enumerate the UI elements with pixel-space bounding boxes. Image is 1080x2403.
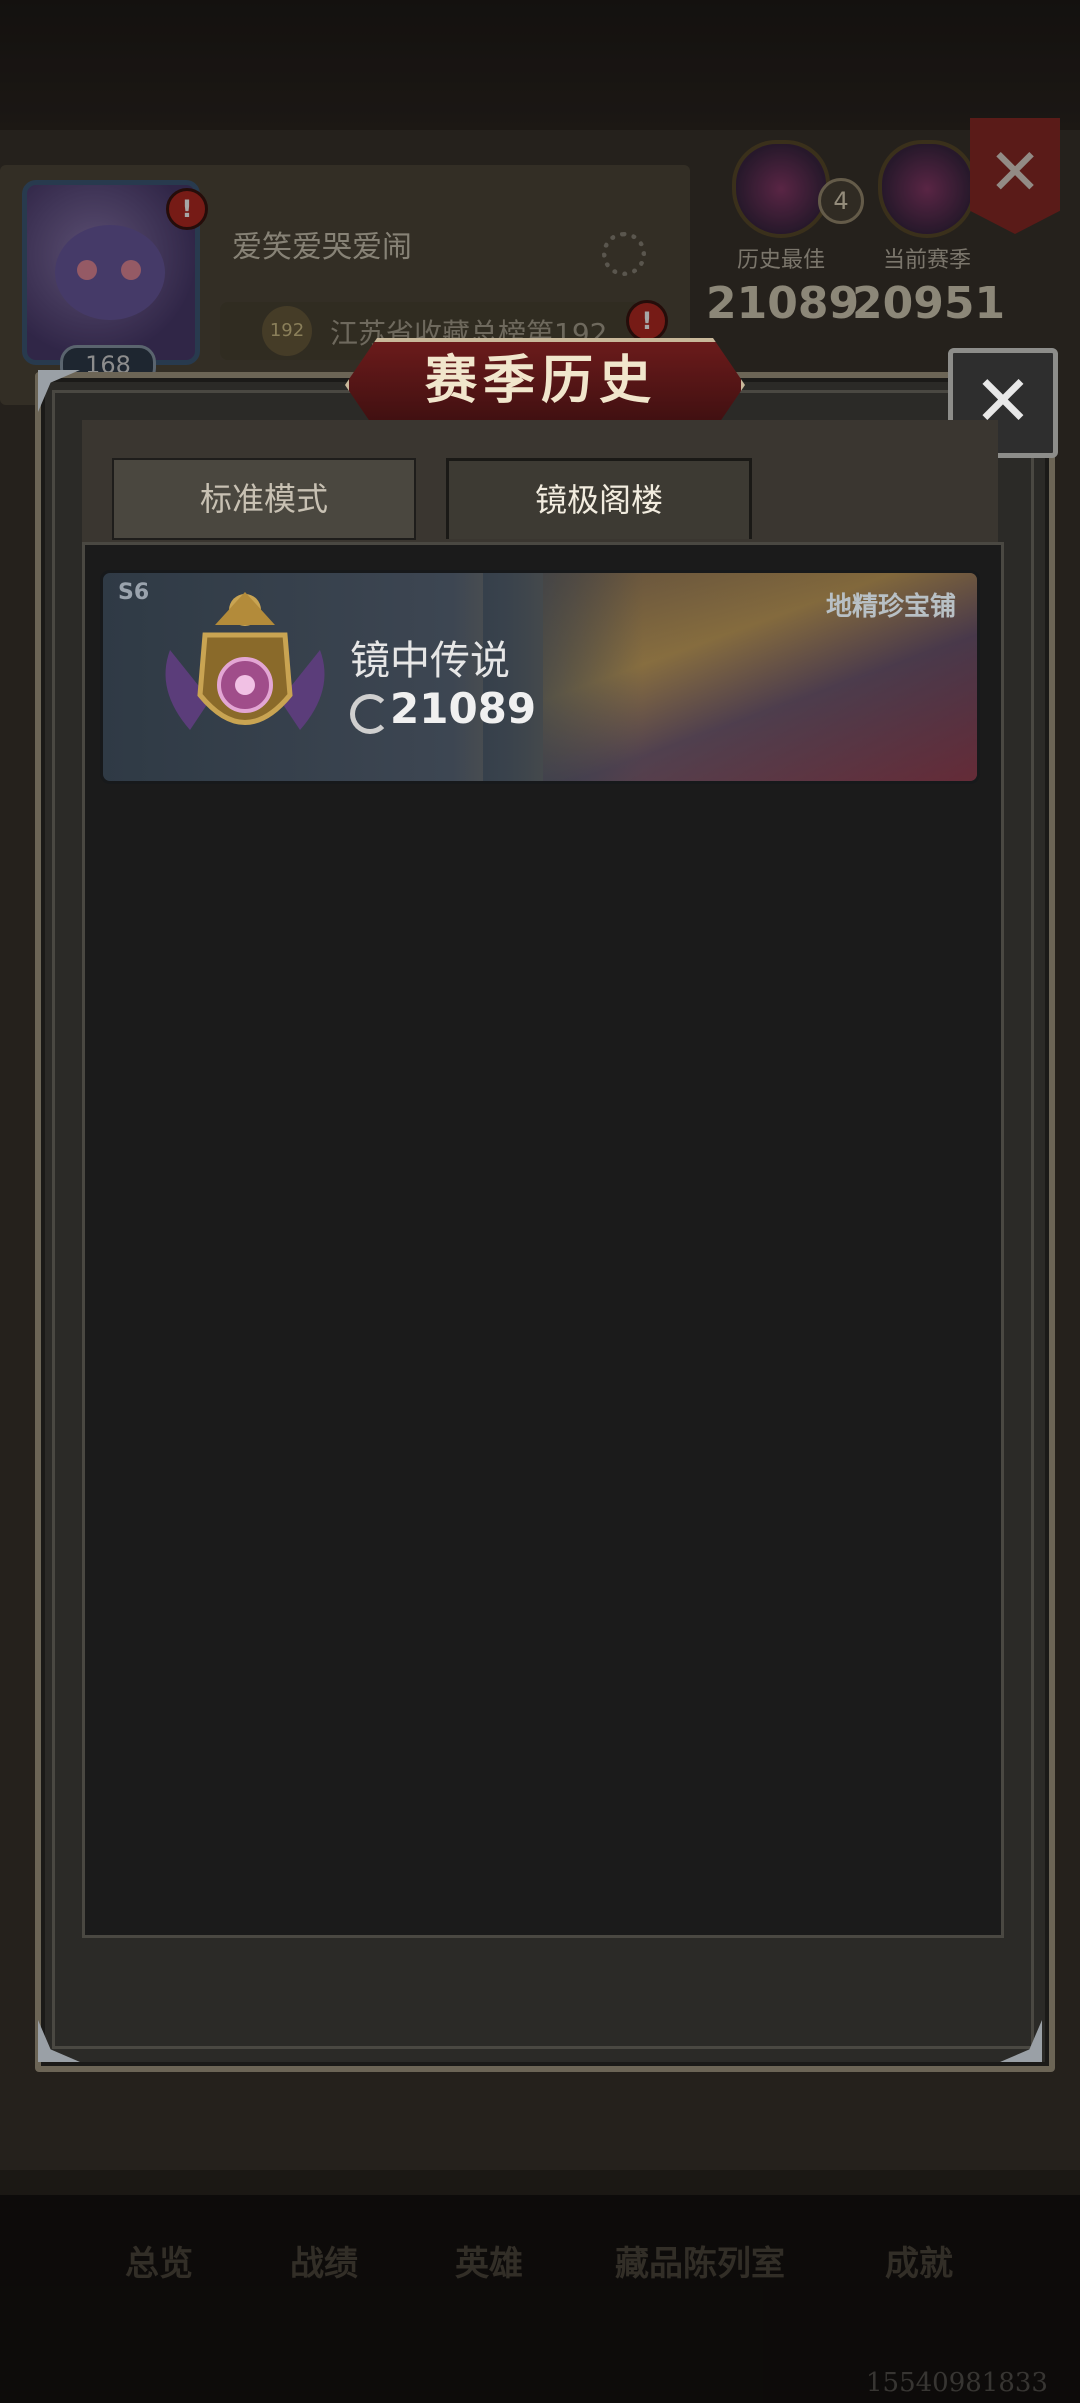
- tab-mirror-attic[interactable]: 镜极阁楼: [446, 458, 752, 539]
- tab-standard-mode[interactable]: 标准模式: [112, 458, 416, 540]
- modal-title: 赛季历史: [424, 351, 657, 411]
- season-score: 21089: [390, 684, 537, 733]
- swirl-icon: [350, 694, 390, 734]
- season-number: S6: [118, 580, 150, 605]
- rank-emblem-icon: [165, 592, 325, 730]
- shop-label: 地精珍宝铺: [826, 592, 957, 622]
- rank-name: 镜中传说: [350, 638, 510, 684]
